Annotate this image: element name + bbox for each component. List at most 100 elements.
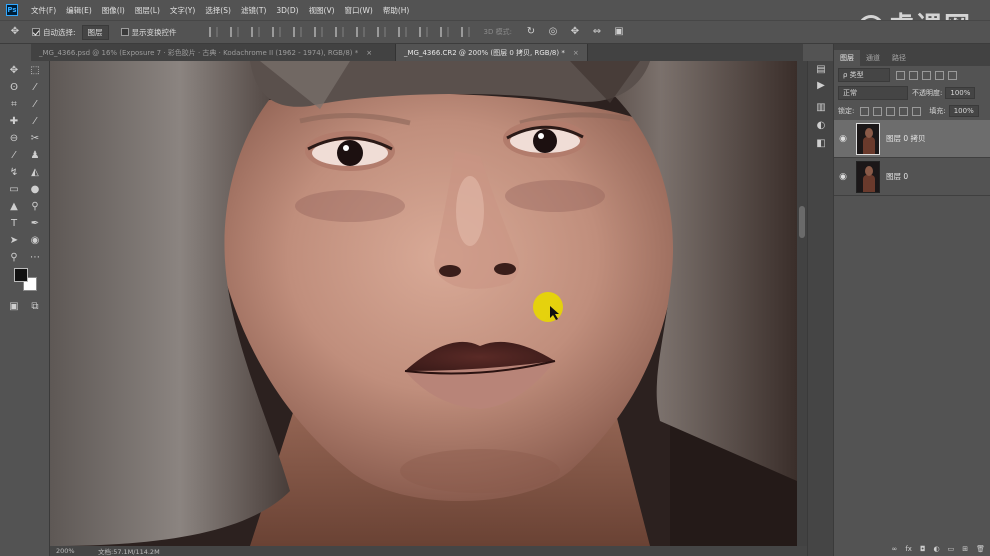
crop-tool-icon[interactable]: ⌗ xyxy=(8,99,20,111)
eraser-tool-icon[interactable]: ◭ xyxy=(29,167,41,179)
distribute-middle-icon[interactable] xyxy=(355,27,365,37)
filter-smart-object-icon[interactable] xyxy=(948,70,957,80)
opacity-input[interactable]: 100% xyxy=(945,87,976,99)
distribute-bottom-icon[interactable] xyxy=(376,27,386,37)
path-select-tool-icon[interactable]: ➤ xyxy=(8,235,20,247)
align-middle-icon[interactable] xyxy=(292,27,302,37)
color-panel-icon[interactable]: ◧ xyxy=(814,137,828,151)
gradient-tool-icon[interactable]: ▭ xyxy=(8,184,20,196)
adjustments-panel-icon[interactable]: ◐ xyxy=(814,119,828,133)
distribute-right-icon[interactable] xyxy=(439,27,449,37)
layer-row-copy[interactable]: ◉ 图层 0 拷贝 xyxy=(834,120,990,158)
lasso-tool-icon[interactable]: ʘ xyxy=(8,82,20,94)
menu-file[interactable]: 文件(F) xyxy=(26,5,61,16)
new-layer-icon[interactable]: ⊞ xyxy=(962,545,968,553)
filter-pixel-icon[interactable] xyxy=(896,70,905,80)
mask-icon[interactable]: ◘ xyxy=(920,545,926,553)
align-bottom-icon[interactable] xyxy=(313,27,323,37)
align-right-icon[interactable] xyxy=(250,27,260,37)
brush-tool-icon[interactable]: ⁄ xyxy=(29,116,41,128)
healing-brush-tool-icon[interactable]: ✚ xyxy=(8,116,20,128)
menu-image[interactable]: 图像(I) xyxy=(97,5,130,16)
quick-select-tool-icon[interactable]: ⁄ xyxy=(29,82,41,94)
auto-align-icon[interactable] xyxy=(460,27,470,37)
auto-select-checkbox[interactable] xyxy=(32,28,40,36)
tab-psd-document[interactable]: _MG_4366.psd @ 16% (Exposure 7 · 彩色胶片 · … xyxy=(31,44,396,61)
align-top-icon[interactable] xyxy=(271,27,281,37)
link-icon[interactable]: ∞ xyxy=(892,545,898,553)
tab-cr2-document[interactable]: _MG_4366.CR2 @ 200% (图层 0 拷贝, RGB/8) * × xyxy=(396,44,588,61)
fx-icon[interactable]: fx xyxy=(905,545,912,553)
zoom-level[interactable]: 200% xyxy=(50,547,98,555)
3d-scale-icon[interactable]: ▣ xyxy=(613,26,625,38)
tab-paths[interactable]: 路径 xyxy=(886,50,912,66)
distribute-top-icon[interactable] xyxy=(334,27,344,37)
layer-filter-dropdown[interactable]: ρ 类型 xyxy=(838,68,890,82)
tab-channels[interactable]: 通道 xyxy=(860,50,886,66)
menu-filter[interactable]: 滤镜(T) xyxy=(236,5,271,16)
lock-image-icon[interactable] xyxy=(873,106,883,116)
menu-type[interactable]: 文字(Y) xyxy=(165,5,200,16)
sharpen-tool-icon[interactable]: ▲ xyxy=(8,201,20,213)
quick-mask-icon[interactable]: ▣ xyxy=(8,301,20,313)
fill-input[interactable]: 100% xyxy=(948,105,979,117)
align-left-icon[interactable] xyxy=(208,27,218,37)
blend-mode-dropdown[interactable]: 正常 xyxy=(838,86,908,100)
move-tool-icon[interactable]: ✥ xyxy=(8,65,20,77)
shape-tool-icon[interactable]: ◉ xyxy=(29,235,41,247)
eye-icon[interactable]: ◉ xyxy=(834,134,852,144)
show-transform-checkbox[interactable] xyxy=(120,28,129,36)
align-center-icon[interactable] xyxy=(229,27,239,37)
foreground-color-swatch[interactable] xyxy=(14,268,28,282)
clone-stamp-tool-icon[interactable]: ⊖ xyxy=(8,133,20,145)
auto-select-dropdown[interactable]: 图层 xyxy=(81,24,109,40)
group-icon[interactable]: ▭ xyxy=(948,545,955,553)
menu-edit[interactable]: 编辑(E) xyxy=(61,5,97,16)
document-canvas[interactable] xyxy=(50,61,797,546)
menu-select[interactable]: 选择(S) xyxy=(200,5,236,16)
adjustment-icon[interactable]: ◐ xyxy=(934,545,940,553)
layer-name[interactable]: 图层 0 拷贝 xyxy=(886,133,926,144)
lock-all-icon[interactable] xyxy=(912,106,922,116)
dodge-tool-icon[interactable]: ⚲ xyxy=(29,201,41,213)
scrollbar-thumb[interactable] xyxy=(799,206,805,238)
eyedropper-tool-icon[interactable]: ⁄ xyxy=(29,99,41,111)
marquee-tool-icon[interactable]: ⬚ xyxy=(29,65,41,77)
3d-rotate-icon[interactable]: ↻ xyxy=(525,26,537,38)
history-brush-tool-icon[interactable]: ✂ xyxy=(29,133,41,145)
lock-transparent-icon[interactable] xyxy=(860,106,870,116)
vertical-scrollbar[interactable] xyxy=(797,61,807,546)
history-tool-icon[interactable]: ↯ xyxy=(8,167,20,179)
menu-window[interactable]: 窗口(W) xyxy=(340,5,378,16)
3d-slide-icon[interactable]: ⇔ xyxy=(591,26,603,38)
lock-position-icon[interactable] xyxy=(886,106,896,116)
close-icon[interactable]: × xyxy=(573,49,579,57)
tab-layers[interactable]: 图层 xyxy=(834,50,860,66)
history-panel-icon[interactable]: ▤ xyxy=(814,63,828,77)
blur-tool-icon[interactable]: ● xyxy=(29,184,41,196)
more-tools-icon[interactable]: ⋯ xyxy=(29,252,41,264)
close-icon[interactable]: × xyxy=(366,49,372,57)
distribute-left-icon[interactable] xyxy=(397,27,407,37)
zoom-tool-icon[interactable]: ⚲ xyxy=(8,252,20,264)
layer-name[interactable]: 图层 0 xyxy=(886,171,908,182)
filter-shape-icon[interactable] xyxy=(935,70,944,80)
filter-type-icon[interactable] xyxy=(922,70,931,80)
menu-view[interactable]: 视图(V) xyxy=(304,5,340,16)
properties-panel-icon[interactable]: ▥ xyxy=(814,101,828,115)
brush-tool-2-icon[interactable]: ⁄ xyxy=(8,150,20,162)
menu-3d[interactable]: 3D(D) xyxy=(271,6,303,15)
menu-help[interactable]: 帮助(H) xyxy=(378,5,415,16)
3d-pan-icon[interactable]: ✥ xyxy=(569,26,581,38)
play-icon[interactable]: ▶ xyxy=(814,79,828,93)
pen-tool-icon[interactable]: ✒ xyxy=(29,218,41,230)
eye-icon[interactable]: ◉ xyxy=(834,172,852,182)
stamp-tool-icon[interactable]: ♟ xyxy=(29,150,41,162)
trash-icon[interactable]: 🗑 xyxy=(976,545,985,553)
screen-mode-icon[interactable]: ⧉ xyxy=(29,301,41,313)
layer-row-base[interactable]: ◉ 图层 0 xyxy=(834,158,990,196)
type-tool-icon[interactable]: T xyxy=(8,218,20,230)
3d-roll-icon[interactable]: ◎ xyxy=(547,26,559,38)
filter-adjustment-icon[interactable] xyxy=(909,70,918,80)
distribute-center-icon[interactable] xyxy=(418,27,428,37)
